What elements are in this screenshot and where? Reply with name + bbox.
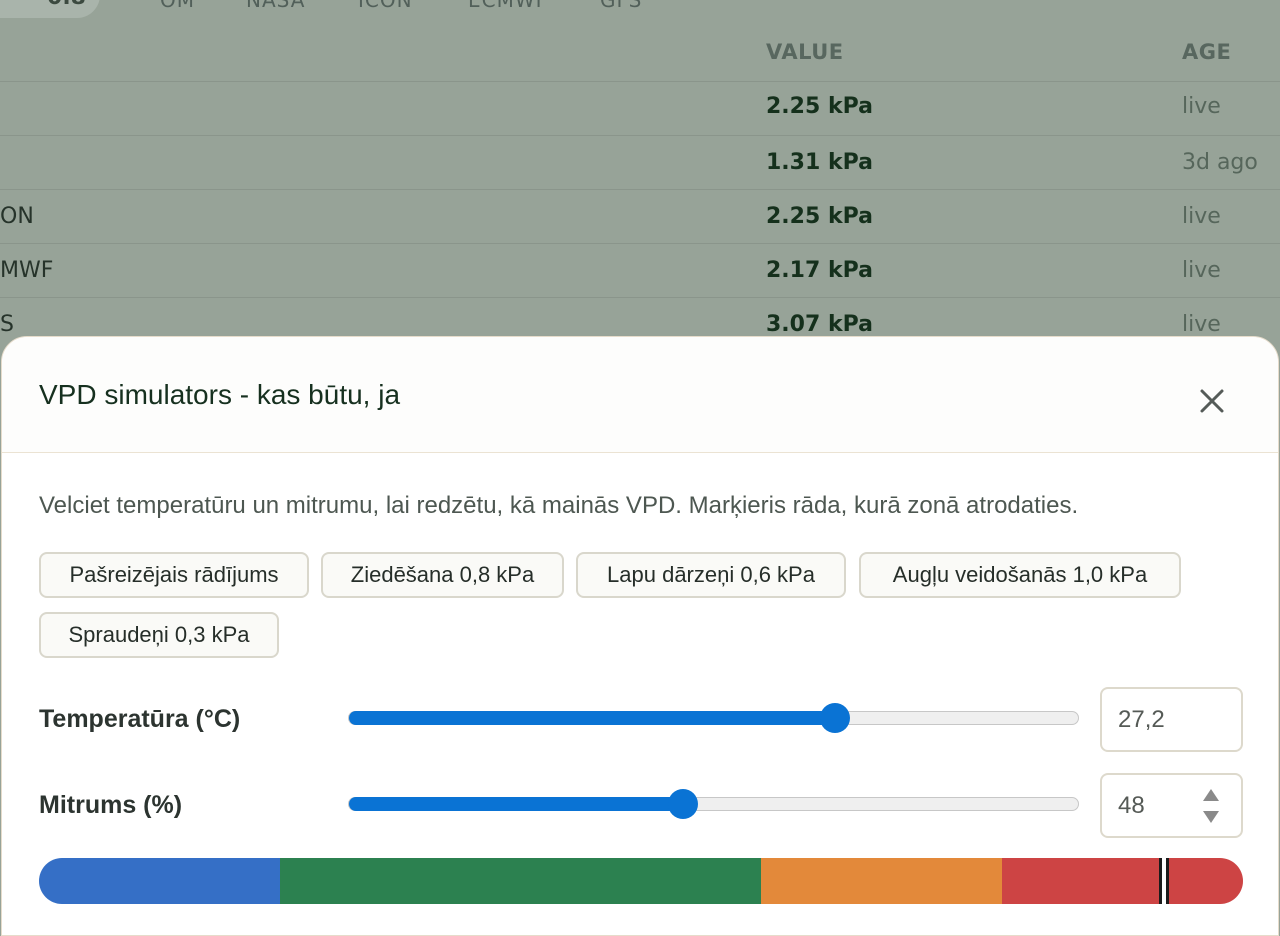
temperature-value: 27,2	[1118, 705, 1165, 733]
row-value: 1.31 kPa	[766, 150, 873, 175]
header-value: VALUE	[766, 40, 844, 64]
modal-title: VPD simulators - kas būtu, ja	[39, 379, 401, 410]
close-icon	[1200, 389, 1224, 413]
close-button[interactable]	[1194, 383, 1230, 419]
humidity-slider-thumb[interactable]	[668, 789, 698, 819]
row-divider	[0, 81, 1280, 82]
humidity-label: Mitrums (%)	[39, 791, 183, 819]
humidity-value: 48	[1118, 791, 1145, 819]
humidity-slider-fill	[349, 797, 683, 811]
row-value: 2.17 kPa	[766, 258, 873, 283]
zone-high	[761, 858, 1003, 904]
row-divider	[0, 189, 1280, 190]
temperature-slider-thumb[interactable]	[820, 703, 850, 733]
humidity-spinner[interactable]	[1201, 785, 1221, 827]
temperature-slider-fill	[349, 711, 835, 725]
tab-nasa[interactable]: NASA	[246, 0, 305, 12]
row-value: 3.07 kPa	[766, 312, 873, 337]
zone-optimal	[279, 858, 762, 904]
modal-description: Velciet temperatūru un mitrumu, lai redz…	[39, 492, 1079, 519]
humidity-slider[interactable]	[348, 789, 1079, 819]
row-value: 2.25 kPa	[766, 94, 873, 119]
row-source: ON	[0, 204, 34, 229]
tab-om[interactable]: OM	[160, 0, 195, 12]
row-source: S	[0, 312, 14, 337]
preset-flowering[interactable]: Ziedēšana 0,8 kPa	[321, 552, 564, 598]
row-age: live	[1182, 312, 1221, 337]
row-divider	[0, 243, 1280, 244]
preset-current-reading[interactable]: Pašreizējais rādījums	[39, 552, 309, 598]
zone-very-high	[1002, 858, 1243, 904]
vpd-zone-marker	[1159, 858, 1169, 904]
humidity-input[interactable]: 48	[1100, 773, 1243, 838]
temperature-label: Temperatūra (°C)	[39, 705, 241, 733]
row-age: live	[1182, 204, 1221, 229]
preset-fruiting[interactable]: Augļu veidošanās 1,0 kPa	[859, 552, 1181, 598]
temperature-input[interactable]: 27,2	[1100, 687, 1243, 752]
modal-header: VPD simulators - kas būtu, ja	[2, 337, 1278, 453]
temperature-slider[interactable]	[348, 703, 1079, 733]
row-source: MWF	[0, 258, 54, 283]
header-age: AGE	[1182, 40, 1232, 64]
preset-cuttings[interactable]: Spraudeņi 0,3 kPa	[39, 612, 279, 658]
vpd-simulator-modal: VPD simulators - kas būtu, ja Velciet te…	[1, 336, 1279, 936]
preset-leafy-greens[interactable]: Lapu dārzeņi 0,6 kPa	[576, 552, 846, 598]
row-divider	[0, 135, 1280, 136]
status-pill: · 0.8	[0, 0, 100, 18]
row-age: 3d ago	[1182, 150, 1258, 175]
vpd-zone-bar	[39, 858, 1243, 904]
zone-low	[39, 858, 280, 904]
tab-ecmwf[interactable]: ECMWF	[468, 0, 548, 12]
row-age: live	[1182, 94, 1221, 119]
row-age: live	[1182, 258, 1221, 283]
row-divider	[0, 297, 1280, 298]
spinner-arrows-icon	[1203, 789, 1219, 823]
tab-icon[interactable]: ICON	[358, 0, 413, 12]
tab-gfs[interactable]: GFS	[600, 0, 642, 12]
row-value: 2.25 kPa	[766, 204, 873, 229]
